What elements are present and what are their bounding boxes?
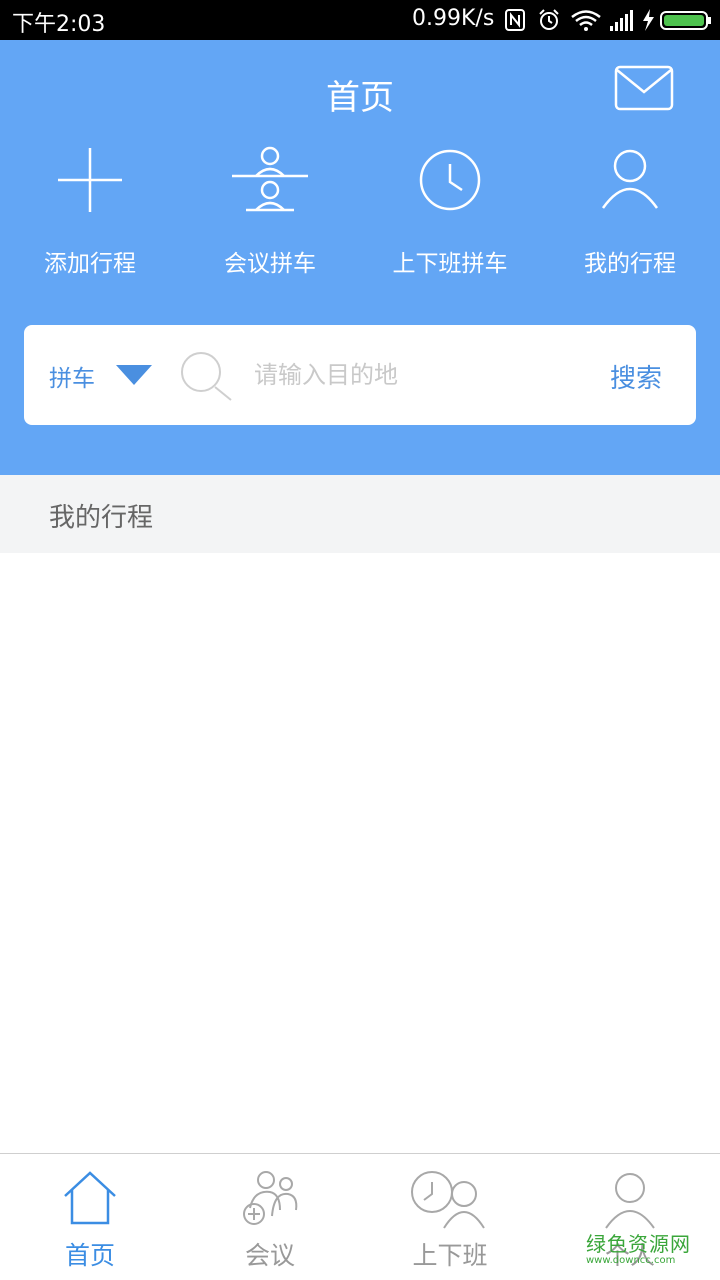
shortcut-label: 添加行程 [44,251,136,277]
status-bar: 下午2:03 0.99K/s [0,0,720,40]
search-button[interactable]: 搜索 [610,358,662,395]
shortcut-my-trips[interactable]: 我的行程 [540,140,720,280]
status-icons [505,9,711,31]
nfc-icon [505,9,525,31]
carpool-type-dropdown[interactable]: 拼车 [49,359,95,393]
chevron-down-icon[interactable] [116,365,152,385]
clock-icon [419,149,481,211]
search-card: 拼车 搜索 [24,325,696,425]
commute-icon [411,1171,485,1229]
nav-label: 上下班 [412,1241,488,1270]
watermark-url: www.downcc.com [586,1255,676,1266]
wifi-icon [571,10,601,31]
nav-item-meeting[interactable]: 会议 [180,1154,360,1280]
search-icon [181,352,232,401]
meeting-carpool-icon [232,146,308,212]
home-icon [64,1171,116,1225]
destination-search-input[interactable] [254,353,584,397]
signal-icon [610,10,633,31]
nav-label: 首页 [64,1241,115,1270]
header: 首页 添加行程 会议拼车 上下班拼车 我的行程 拼车 请输入目的地 搜索 [0,40,720,475]
shortcut-label: 上下班拼车 [392,251,508,277]
profile-icon [605,1173,655,1229]
shortcut-label: 会议拼车 [224,251,316,277]
alarm-icon [539,9,559,30]
watermark-text: 绿色资源网 [586,1232,691,1256]
nav-label: 会议 [244,1241,295,1270]
battery-icon [660,11,711,30]
trip-list [0,553,720,1153]
shortcut-label: 我的行程 [584,251,676,277]
shortcut-add-trip[interactable]: 添加行程 [0,140,180,280]
meeting-icon [243,1171,298,1225]
nav-item-home[interactable]: 首页 [0,1154,180,1280]
network-speed: 0.99K/s [412,6,495,31]
nav-item-commute[interactable]: 上下班 [360,1154,540,1280]
watermark: 绿色资源网 www.downcc.com [586,1228,720,1266]
section-header: 我的行程 [0,475,720,553]
page-title: 首页 [326,78,394,118]
mail-icon[interactable] [614,64,674,112]
section-title: 我的行程 [49,503,154,533]
status-time: 下午2:03 [12,12,106,37]
shortcut-commute-carpool[interactable]: 上下班拼车 [360,140,540,280]
charging-icon [643,9,654,31]
shortcut-meeting-carpool[interactable]: 会议拼车 [180,140,360,280]
plus-icon [58,148,122,212]
person-icon [601,149,659,209]
